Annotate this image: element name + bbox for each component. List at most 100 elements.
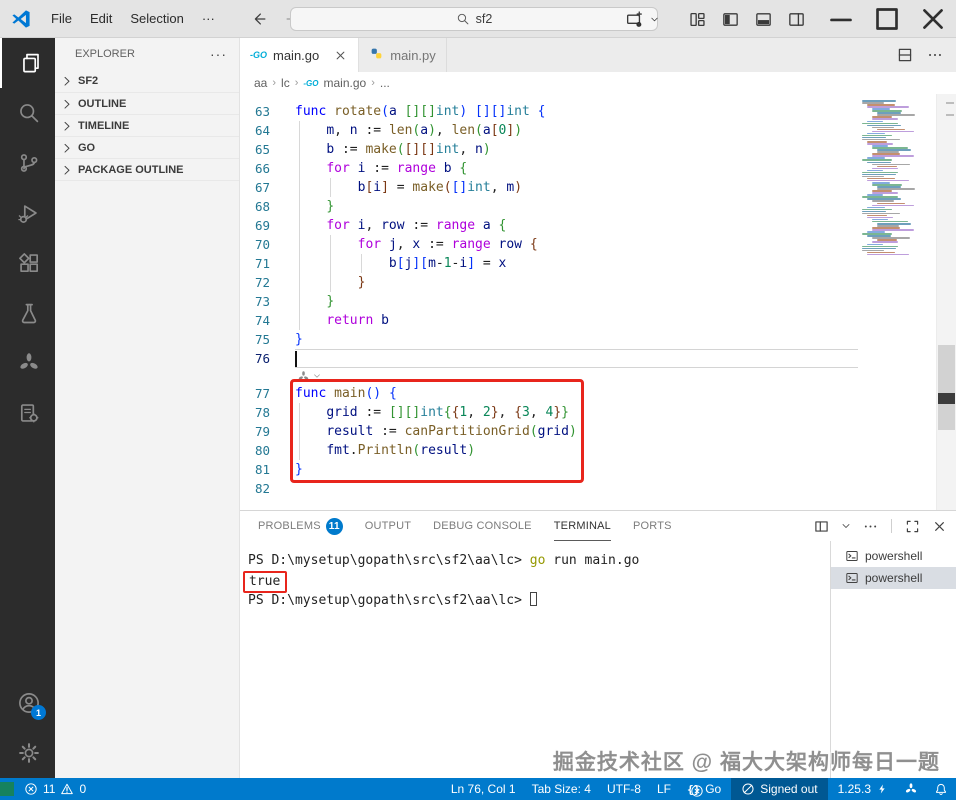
code-line: 75} <box>240 330 858 349</box>
split-editor-icon[interactable] <box>896 46 914 64</box>
panel-tab-terminal[interactable]: TERMINAL <box>553 511 611 541</box>
explorer-more-button[interactable]: ··· <box>210 46 227 62</box>
sidebar-section-sf2[interactable]: SF2 <box>55 70 239 92</box>
terminal-prompt-icon <box>845 571 859 585</box>
line-number: 75 <box>254 332 270 347</box>
panel-bottom-icon[interactable] <box>754 10 773 29</box>
sidebar-section-package-outline[interactable]: PACKAGE OUTLINE <box>55 158 239 180</box>
activity-bar: 1 <box>0 38 55 778</box>
activity-item-search[interactable] <box>0 88 55 138</box>
menu-item-edit[interactable]: Edit <box>81 7 121 30</box>
activity-item-files[interactable] <box>0 38 55 88</box>
minimize-button[interactable] <box>818 0 864 38</box>
activity-bar-top <box>0 38 55 438</box>
activity-item-run-debug[interactable] <box>0 188 55 238</box>
code-editor[interactable]: 63 func rotate(a [][]int) [][]int {64 m, … <box>240 94 858 510</box>
maximize-panel-icon[interactable] <box>904 518 921 535</box>
code-line: 70 for j, x := range row { <box>240 235 858 254</box>
minimap-line <box>862 122 898 125</box>
activity-item-account[interactable]: 1 <box>0 678 55 728</box>
breadcrumb-item[interactable]: ... <box>380 76 390 90</box>
activity-item-extensions[interactable] <box>0 238 55 288</box>
line-content: for j, x := range row { <box>295 235 858 254</box>
remote-indicator[interactable] <box>0 782 14 796</box>
activity-item-source-control[interactable] <box>0 138 55 188</box>
breadcrumb-item[interactable]: main.go <box>323 76 366 90</box>
minimap[interactable] <box>858 94 936 510</box>
breadcrumb-item[interactable]: lc <box>281 76 290 90</box>
close-panel-icon[interactable] <box>931 518 948 535</box>
close-button[interactable] <box>910 0 956 38</box>
copilot-off-icon <box>741 782 755 796</box>
minimap-line <box>877 128 905 131</box>
close-tab-icon[interactable] <box>333 48 348 63</box>
terminal-output[interactable]: PS D:\mysetup\gopath\src\sf2\aa\lc> go r… <box>240 541 830 778</box>
terminal-list-item[interactable]: powershell <box>831 545 956 567</box>
go-file-icon: -GO <box>303 78 319 88</box>
layout-grid-icon[interactable] <box>688 10 707 29</box>
search-value: sf2 <box>475 12 493 26</box>
tab-main-py[interactable]: main.py <box>359 38 447 72</box>
panel-tab-debug-console[interactable]: DEBUG CONSOLE <box>433 511 532 541</box>
status-item-tab-size-4[interactable]: Tab Size: 4 <box>524 778 599 800</box>
status-item-1.25.3[interactable]: 1.25.3 <box>830 778 896 800</box>
status-item-utf-8[interactable]: UTF-8 <box>599 778 649 800</box>
maximize-button[interactable] <box>864 0 910 38</box>
status-item-go[interactable]: {} Go <box>679 778 729 800</box>
code-line: 67 b[i] = make([]int, m) <box>240 178 858 197</box>
panel-tab-output[interactable]: OUTPUT <box>365 511 411 541</box>
go-file-icon: -GO <box>250 50 267 60</box>
back-arrow-icon[interactable] <box>250 10 268 28</box>
chevron-down-icon[interactable] <box>649 14 660 25</box>
activity-item-test-flask[interactable] <box>0 288 55 338</box>
menu-item-file[interactable]: File <box>42 7 81 30</box>
command-center-search[interactable]: sf2 <box>290 7 658 31</box>
status-item-signed-out[interactable]: Signed out <box>731 778 828 800</box>
chevron-down-icon <box>312 371 322 381</box>
chevron-right-icon <box>59 96 75 112</box>
status-item-pinwheel[interactable] <box>896 778 926 800</box>
sidebar-right-icon[interactable] <box>787 10 806 29</box>
tab-main-go[interactable]: -GO main.go <box>240 38 360 72</box>
inline-suggestion-widget[interactable] <box>240 368 858 384</box>
status-item-bell[interactable] <box>926 778 956 800</box>
code-line: 69 for i, row := range a { <box>240 216 858 235</box>
activity-item-settings-gear[interactable] <box>0 728 55 778</box>
minimap-line <box>867 169 883 172</box>
scrollbar-thumb[interactable] <box>938 345 955 430</box>
chevron-down-icon[interactable] <box>840 520 852 532</box>
line-content: m, n := len(a), len(a[0]) <box>295 121 858 140</box>
menu-item-selection[interactable]: Selection <box>121 7 192 30</box>
indent-guide <box>298 403 300 422</box>
editor-scrollbar[interactable] <box>936 94 956 510</box>
status-bar: 11 0 Ln 76, Col 1 Tab Size: 4 UTF-8 LF{} Go S… <box>0 778 956 800</box>
menubar: File Edit Selection ··· <box>42 7 224 30</box>
breadcrumb-item[interactable]: aa <box>254 76 267 90</box>
problems-badge: 11 <box>325 517 343 535</box>
line-number: 79 <box>254 424 270 439</box>
panel-tab-ports[interactable]: PORTS <box>633 511 672 541</box>
panel-tab-problems[interactable]: PROBLEMS 11 <box>258 511 343 541</box>
sidebar-left-icon[interactable] <box>721 10 740 29</box>
search-icon <box>17 101 41 125</box>
sidebar-section-timeline[interactable]: TIMELINE <box>55 114 239 136</box>
workbench: 1 EXPLORER ··· SF2 OUTLINE TIMELINE GO PACKA… <box>0 38 956 778</box>
problems-status[interactable]: 11 0 <box>14 782 86 796</box>
line-number: 74 <box>254 313 270 328</box>
activity-item-file-gear[interactable] <box>0 388 55 438</box>
menu-item-[interactable]: ··· <box>193 7 224 30</box>
indent-guide <box>298 178 300 197</box>
terminal-split-icon[interactable] <box>813 518 830 535</box>
line-content: } <box>295 462 303 477</box>
sidebar-section-outline[interactable]: OUTLINE <box>55 92 239 114</box>
launch-icon[interactable] <box>625 10 644 29</box>
terminal-list-item[interactable]: powershell <box>831 567 956 589</box>
status-item-lf[interactable]: LF <box>649 778 679 800</box>
editor-more-icon[interactable] <box>926 46 944 64</box>
panel-more-icon[interactable] <box>862 518 879 535</box>
activity-item-pinwheel[interactable] <box>0 338 55 388</box>
sidebar-section-go[interactable]: GO <box>55 136 239 158</box>
panel-tabs: PROBLEMS 11 OUTPUT DEBUG CONSOLE TERMINAL POR… <box>258 511 813 541</box>
status-item-ln-76-col-1[interactable]: Ln 76, Col 1 <box>443 778 524 800</box>
run-debug-icon <box>17 201 41 225</box>
